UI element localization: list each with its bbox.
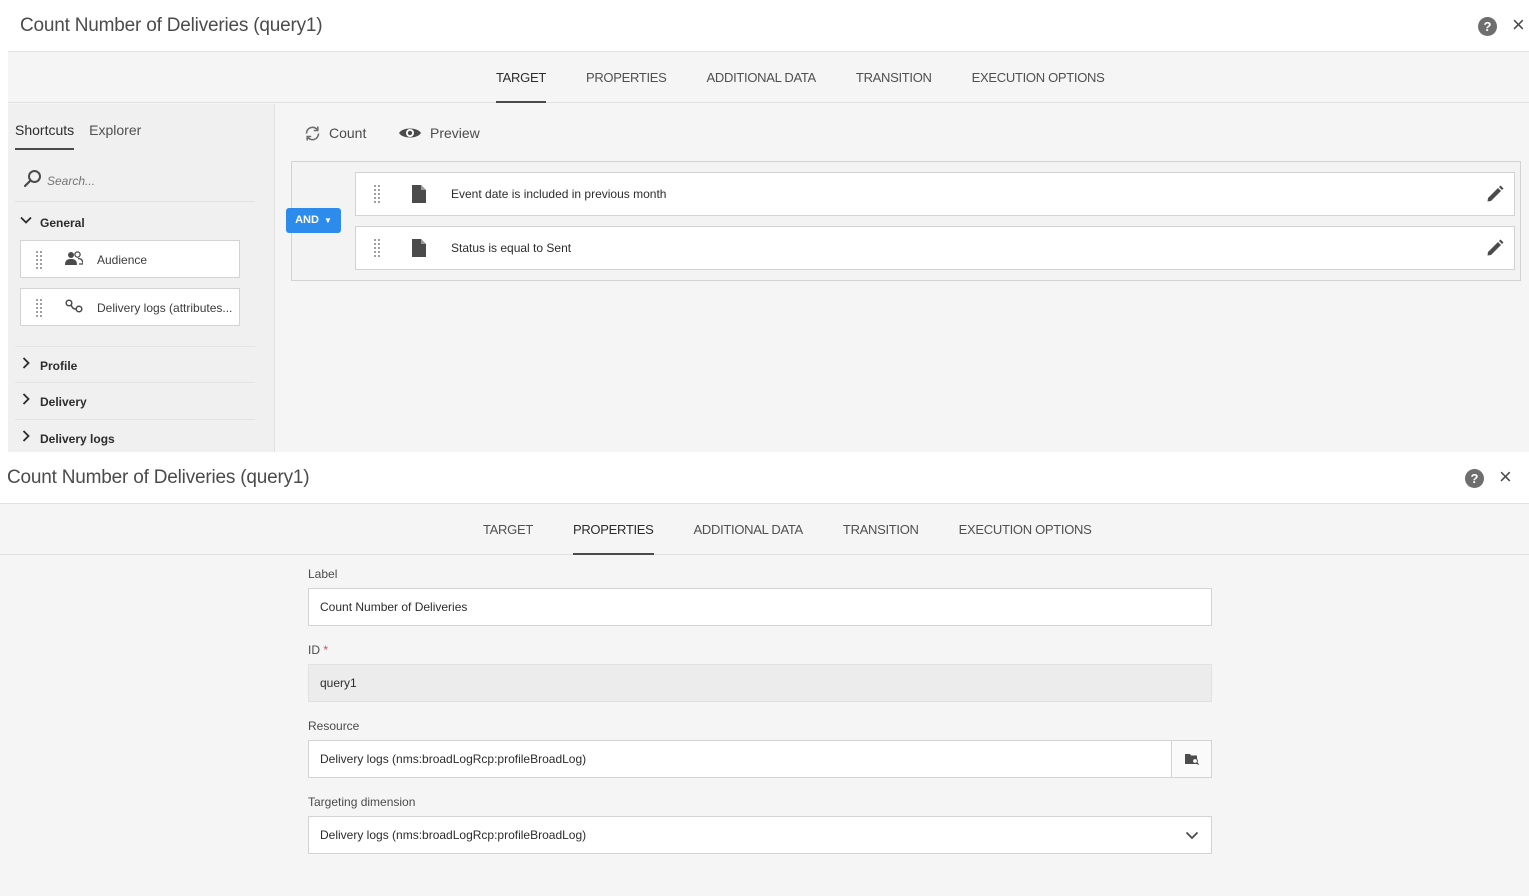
document-icon xyxy=(412,239,426,257)
group-label: General xyxy=(40,216,85,230)
query-dialog-target: Count Number of Deliveries (query1) ? × … xyxy=(8,0,1529,452)
tab-target[interactable]: TARGET xyxy=(496,52,546,103)
id-input: query1 xyxy=(308,664,1212,702)
browse-resource-button[interactable] xyxy=(1171,740,1212,778)
search-icon xyxy=(23,170,41,188)
shortcut-delivery-logs[interactable]: Delivery logs (attributes... xyxy=(20,288,240,326)
dialog-title: Count Number of Deliveries (query1) xyxy=(20,15,323,36)
tab-execution-options[interactable]: EXECUTION OPTIONS xyxy=(972,52,1105,103)
targeting-field-label: Targeting dimension xyxy=(308,795,416,809)
chevron-down-icon xyxy=(20,216,32,224)
tab-bar: TARGET PROPERTIES ADDITIONAL DATA TRANSI… xyxy=(0,504,1529,555)
filter-rule[interactable]: Event date is included in previous month xyxy=(355,172,1515,216)
document-icon xyxy=(412,185,426,203)
tab-properties[interactable]: PROPERTIES xyxy=(572,504,654,555)
shortcut-label: Delivery logs (attributes... xyxy=(97,301,233,315)
dialog-title: Count Number of Deliveries (query1) xyxy=(7,467,310,488)
tab-execution-options[interactable]: EXECUTION OPTIONS xyxy=(959,504,1092,555)
drag-handle-icon[interactable] xyxy=(374,185,380,203)
group-label: Delivery logs xyxy=(40,432,115,446)
tab-properties[interactable]: PROPERTIES xyxy=(586,52,667,103)
id-field-label: ID * xyxy=(308,643,328,657)
query-dialog-properties: Count Number of Deliveries (query1) ? × … xyxy=(0,452,1529,896)
dialog-header: Count Number of Deliveries (query1) ? × xyxy=(8,0,1529,52)
required-mark: * xyxy=(323,643,329,657)
label-field-label: Label xyxy=(308,567,338,581)
targeting-dimension-select[interactable]: Delivery logs (nms:broadLogRcp:profileBr… xyxy=(308,816,1212,854)
group-general[interactable]: General xyxy=(15,204,255,241)
audience-icon xyxy=(65,251,83,265)
tab-additional-data[interactable]: ADDITIONAL DATA xyxy=(694,504,804,555)
resource-input[interactable]: Delivery logs (nms:broadLogRcp:profileBr… xyxy=(308,740,1172,778)
shortcut-audience[interactable]: Audience xyxy=(20,240,240,278)
tab-transition[interactable]: TRANSITION xyxy=(843,504,919,555)
filter-rule[interactable]: Status is equal to Sent xyxy=(355,226,1515,270)
edit-icon[interactable] xyxy=(1486,239,1504,257)
count-button[interactable]: Count xyxy=(304,122,366,144)
tab-additional-data[interactable]: ADDITIONAL DATA xyxy=(707,52,817,103)
folder-browse-icon xyxy=(1185,754,1199,765)
help-icon[interactable]: ? xyxy=(1478,17,1497,36)
tab-bar: TARGET PROPERTIES ADDITIONAL DATA TRANSI… xyxy=(8,52,1529,103)
id-label-text: ID xyxy=(308,643,320,657)
drag-handle-icon xyxy=(36,251,42,269)
tab-transition[interactable]: TRANSITION xyxy=(856,52,932,103)
group-label: Delivery xyxy=(40,395,87,409)
drag-handle-icon xyxy=(36,299,42,317)
close-icon[interactable]: × xyxy=(1499,464,1512,490)
operator-dropdown[interactable]: AND ▼ xyxy=(286,208,341,233)
group-profile[interactable]: Profile xyxy=(15,346,255,383)
drag-handle-icon[interactable] xyxy=(374,239,380,257)
palette-sidebar: Shortcuts Explorer General xyxy=(8,104,275,452)
search-input[interactable] xyxy=(47,170,247,192)
rule-label: Event date is included in previous month xyxy=(451,187,667,201)
tab-shortcuts[interactable]: Shortcuts xyxy=(15,122,75,150)
refresh-icon xyxy=(305,126,320,140)
tab-explorer[interactable]: Explorer xyxy=(89,122,141,150)
targeting-selected-value: Delivery logs (nms:broadLogRcp:profileBr… xyxy=(320,828,587,842)
resource-field-label: Resource xyxy=(308,719,360,733)
close-icon[interactable]: × xyxy=(1512,12,1525,38)
eye-icon xyxy=(399,128,421,138)
group-delivery-logs[interactable]: Delivery logs xyxy=(15,420,255,452)
count-label: Count xyxy=(329,125,367,141)
operator-label: AND xyxy=(295,214,319,226)
label-input[interactable] xyxy=(308,588,1212,626)
dialog-header: Count Number of Deliveries (query1) ? × xyxy=(0,452,1529,504)
chevron-down-icon xyxy=(1185,831,1199,840)
caret-down-icon: ▼ xyxy=(323,216,332,225)
help-icon[interactable]: ? xyxy=(1465,469,1484,488)
preview-label: Preview xyxy=(430,125,480,141)
preview-button[interactable]: Preview xyxy=(398,122,480,144)
group-delivery[interactable]: Delivery xyxy=(15,383,255,420)
chevron-right-icon xyxy=(22,357,30,369)
chevron-right-icon xyxy=(22,393,30,405)
rule-label: Status is equal to Sent xyxy=(451,241,572,255)
shortcut-label: Audience xyxy=(97,253,148,267)
link-icon xyxy=(65,299,83,313)
palette-search xyxy=(15,162,255,202)
group-label: Profile xyxy=(40,359,78,373)
edit-icon[interactable] xyxy=(1486,185,1504,203)
tab-target[interactable]: TARGET xyxy=(483,504,533,555)
chevron-right-icon xyxy=(22,430,30,442)
